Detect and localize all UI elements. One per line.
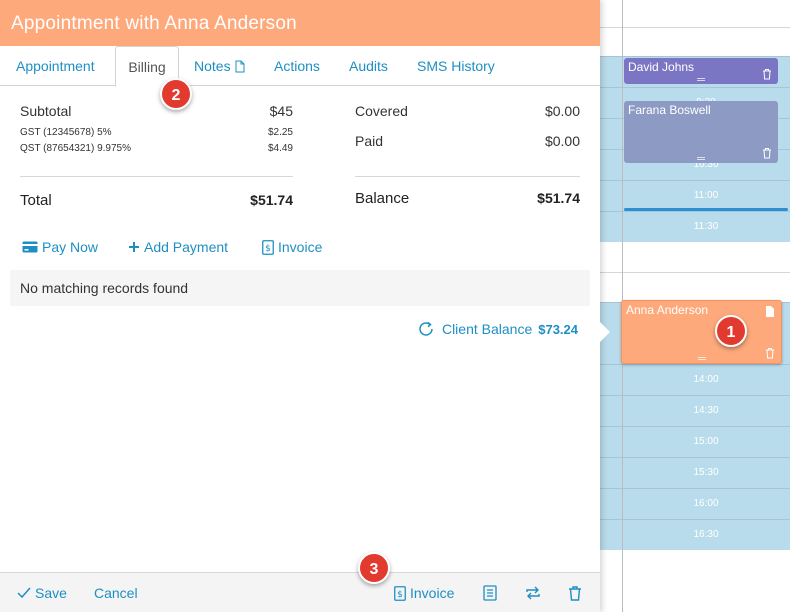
trash-icon[interactable] bbox=[765, 347, 775, 359]
appointment-anna-anderson[interactable]: Anna Anderson bbox=[621, 300, 782, 364]
covered-label: Covered bbox=[355, 103, 408, 119]
qst-value: $4.49 bbox=[267, 143, 293, 154]
footer-invoice-label: Invoice bbox=[410, 585, 455, 601]
time-label: 11:00 bbox=[693, 190, 719, 201]
appointment-name: Anna Anderson bbox=[626, 303, 709, 317]
appointment-farana-boswell[interactable]: Farana Boswell bbox=[624, 101, 778, 163]
appointment-name: David Johns bbox=[628, 60, 695, 74]
receipt-icon bbox=[483, 585, 497, 601]
appointment-modal: Appointment with Anna Anderson Appointme… bbox=[0, 0, 600, 612]
check-icon bbox=[17, 587, 31, 599]
save-button[interactable]: Save bbox=[17, 573, 67, 612]
invoice-label: Invoice bbox=[278, 239, 323, 255]
add-payment-button[interactable]: Add Payment bbox=[128, 239, 228, 255]
pay-now-button[interactable]: Pay Now bbox=[22, 239, 98, 255]
tab-notes-label: Notes bbox=[194, 58, 231, 74]
divider bbox=[355, 176, 580, 177]
add-payment-label: Add Payment bbox=[144, 239, 229, 255]
trash-icon bbox=[569, 586, 581, 601]
annotation-badge-3: 3 bbox=[358, 552, 390, 584]
client-balance-value: $73.24 bbox=[538, 321, 578, 337]
modal-title: Appointment with Anna Anderson bbox=[0, 0, 600, 46]
paid-value: $0.00 bbox=[544, 133, 580, 149]
qst-label: QST (87654321) 9.975% bbox=[20, 143, 132, 154]
calendar-gridline bbox=[600, 272, 790, 273]
tab-actions[interactable]: Actions bbox=[274, 46, 320, 86]
svg-text:$: $ bbox=[397, 590, 403, 600]
covered-value: $0.00 bbox=[544, 103, 580, 119]
modal-footer: Save Cancel $ Invoice bbox=[0, 572, 600, 612]
appointment-name: Farana Boswell bbox=[628, 103, 711, 117]
refresh-icon[interactable] bbox=[418, 321, 436, 337]
pay-now-label: Pay Now bbox=[42, 239, 99, 255]
gst-value: $2.25 bbox=[267, 127, 293, 138]
resize-handle[interactable] bbox=[697, 157, 705, 160]
annotation-badge-1: 1 bbox=[715, 315, 747, 347]
client-balance-label: Client Balance bbox=[441, 321, 533, 337]
trash-icon[interactable] bbox=[762, 147, 772, 159]
invoice-link[interactable]: $ Invoice bbox=[262, 239, 322, 255]
cancel-button[interactable]: Cancel bbox=[94, 573, 138, 612]
tab-bar: Appointment Billing Notes Actions Audits… bbox=[0, 46, 600, 87]
client-balance[interactable]: Client Balance $73.24 bbox=[418, 321, 578, 337]
calendar-empty-slot bbox=[600, 0, 790, 56]
subtotal-label: Subtotal bbox=[20, 103, 72, 119]
time-label: 15:00 bbox=[693, 436, 719, 447]
repeat-icon bbox=[526, 586, 540, 600]
tab-notes[interactable]: Notes bbox=[194, 46, 245, 86]
records-empty-state: No matching records found bbox=[10, 270, 590, 306]
total-value: $51.74 bbox=[250, 192, 293, 208]
footer-invoice-button[interactable]: $ Invoice bbox=[394, 573, 454, 612]
document-icon bbox=[235, 60, 245, 72]
tab-sms-history[interactable]: SMS History bbox=[417, 46, 495, 86]
time-label: 16:30 bbox=[693, 529, 719, 540]
receipt-button[interactable] bbox=[483, 573, 497, 612]
appointment-david-johns[interactable]: David Johns bbox=[624, 58, 778, 84]
trash-icon[interactable] bbox=[762, 68, 772, 80]
calendar-empty-slot bbox=[600, 550, 790, 612]
total-label: Total bbox=[20, 192, 52, 209]
balance-value: $51.74 bbox=[537, 190, 580, 206]
invoice-icon: $ bbox=[262, 239, 274, 255]
current-time-indicator bbox=[624, 208, 788, 211]
tab-appointment[interactable]: Appointment bbox=[16, 46, 95, 86]
gst-label: GST (12345678) 5% bbox=[20, 127, 112, 138]
repeat-button[interactable] bbox=[524, 573, 542, 612]
balance-label: Balance bbox=[355, 190, 410, 207]
time-label: 14:00 bbox=[693, 374, 719, 385]
time-label: 15:30 bbox=[693, 467, 719, 478]
calendar-panel: 9:30 10:30 11:00 11:30 14:00 14:30 15:00… bbox=[600, 0, 790, 612]
annotation-badge-2: 2 bbox=[160, 78, 192, 110]
time-label: 11:30 bbox=[693, 221, 719, 232]
time-label: 14:30 bbox=[693, 405, 719, 416]
invoice-icon: $ bbox=[394, 585, 406, 601]
calendar-gridline bbox=[600, 27, 790, 28]
paid-label: Paid bbox=[355, 133, 384, 149]
delete-button[interactable] bbox=[568, 573, 582, 612]
popover-pointer bbox=[600, 322, 610, 342]
credit-card-icon bbox=[22, 241, 38, 253]
time-label: 16:00 bbox=[693, 498, 719, 509]
divider bbox=[20, 176, 293, 177]
plus-icon bbox=[129, 242, 139, 252]
note-icon[interactable] bbox=[765, 305, 775, 318]
save-label: Save bbox=[35, 585, 67, 601]
resize-handle[interactable] bbox=[697, 357, 706, 360]
resize-handle[interactable] bbox=[697, 78, 705, 81]
svg-text:$: $ bbox=[265, 244, 271, 254]
subtotal-value: $45 bbox=[269, 103, 293, 119]
tab-audits[interactable]: Audits bbox=[349, 46, 388, 86]
